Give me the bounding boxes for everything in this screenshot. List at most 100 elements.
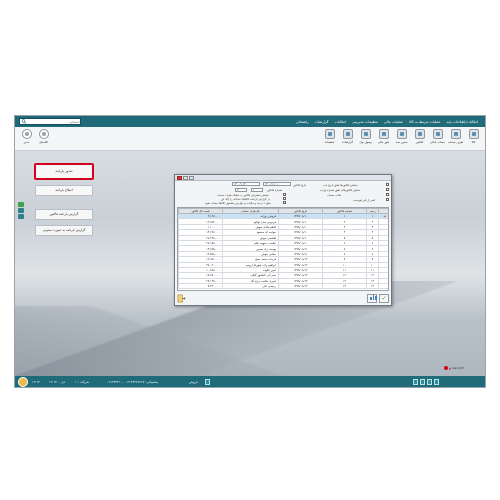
status-time: ۱۲:۱۴	[32, 380, 40, 384]
taskbar-icon[interactable]	[427, 379, 432, 385]
invoice-to-field[interactable]: ۲۰	[235, 188, 247, 192]
close-icon[interactable]	[177, 176, 182, 180]
toolbar-button-label: صدور سند	[395, 140, 408, 144]
menu-item[interactable]: گزارشات	[312, 120, 332, 124]
menu-item[interactable]: عملیات مالی	[381, 120, 406, 124]
toolbar-button-label: حساب بانکی	[430, 140, 445, 144]
status-date: ۱۳ دی ۱۴۰۰	[49, 380, 66, 384]
option-label: مبلغ ۱ درصد و مالیات و عوارض مشمول کالاه…	[205, 201, 271, 205]
exit-button[interactable]	[177, 294, 186, 303]
toolbar-button[interactable]: مدیر	[18, 129, 35, 149]
toolbar-button-label: تنظیمات	[324, 140, 335, 144]
toolbar-button-label: امور مالی	[377, 140, 390, 144]
toolbar-button[interactable]: طرف حساب	[447, 129, 464, 149]
maximize-icon[interactable]	[183, 176, 188, 180]
option-checkbox[interactable]	[283, 197, 286, 200]
toolbar: کالا طرف حساب حساب بانکی فاکتور صدور سند امور…	[15, 127, 485, 151]
invoice-from-field[interactable]: ۱	[251, 188, 263, 192]
option-checkbox[interactable]	[386, 198, 389, 201]
report-button[interactable]: صدور بارنامه	[34, 163, 94, 180]
toolbar-button[interactable]: امور مالی	[375, 129, 392, 149]
status-branch: شرکت : ۱	[75, 380, 89, 384]
toolbar-button-label: فاکتور	[415, 140, 424, 144]
taskbar-icon[interactable]	[413, 379, 418, 385]
check-icon: ✓	[381, 295, 387, 302]
report-button[interactable]: گزارش بارنامه به صورت ستونی	[35, 225, 93, 236]
toolbar-icon	[324, 129, 335, 139]
search-box[interactable]	[19, 118, 81, 125]
toolbar-button[interactable]: تنظیمات	[321, 129, 338, 149]
exit-icon	[177, 294, 186, 303]
background-ridge	[15, 306, 485, 376]
search-input[interactable]	[28, 119, 80, 124]
option-checkbox[interactable]	[386, 183, 389, 187]
toolbar-button[interactable]: کالا	[465, 129, 482, 149]
date-label: تاریخ فاکتور	[293, 183, 307, 187]
option-checkbox[interactable]	[386, 188, 389, 191]
status-phone: پشتیبانی: ۰۲۱۴۴۲۷۱۲۶۷ - ۰۲۱۴۴۴۲۱۰	[107, 380, 158, 384]
toolbar-icon	[38, 129, 49, 139]
toolbar-icon	[21, 129, 32, 139]
status-icon[interactable]	[205, 379, 210, 385]
chart-icon	[375, 296, 377, 300]
option-label: کسر از فی فهرست	[353, 198, 376, 202]
user-avatar[interactable]	[18, 377, 28, 387]
menu-bar: امکانات/اطلاعات پایه عملیات مرتبط به کالا…	[15, 116, 485, 127]
table-cell: ۹,۴۲۰,۰۰۰	[178, 283, 223, 290]
menu-item[interactable]: امکانات/اطلاعات پایه	[444, 120, 481, 124]
toolbar-button[interactable]: صدور سند	[393, 129, 410, 149]
invoice-report-dialog: نمایش فاکتورها طبق تاریخ ثبت نمایش فاکتو…	[174, 174, 392, 306]
toolbar-button-label: طرف حساب	[447, 140, 464, 144]
invoice-no-label: شماره فاکتور	[267, 188, 283, 192]
panel-icon[interactable]	[18, 214, 24, 219]
report-button[interactable]: گزارش بارنامه فاکتور	[35, 209, 93, 220]
toolbar-icon	[468, 129, 479, 139]
toolbar-button[interactable]: حساب بانکی	[429, 129, 446, 149]
ok-button[interactable]: ✓	[379, 294, 389, 303]
toolbar-icon	[378, 129, 389, 139]
date-to-field[interactable]: ۱۴۰۰/۱۰/۳۰	[232, 182, 260, 186]
chart-button[interactable]	[367, 294, 377, 303]
option-label: حالت حساب	[327, 193, 342, 197]
invoice-table: قیمت کل فاکتور نام طرف حساب تاریخ فاکتور…	[177, 207, 389, 291]
toolbar-icon	[360, 129, 371, 139]
table-row[interactable]: ۹,۴۲۰,۰۰۰ رحیمی علی ۱۳۹۹/۰۸/۱۳ ۱۴ ۱۴	[178, 283, 388, 290]
option-checkbox[interactable]	[283, 193, 286, 196]
toolbar-button[interactable]: وصول چک	[357, 129, 374, 149]
panel-icon[interactable]	[18, 208, 24, 213]
toolbar-button[interactable]: گزارشات	[339, 129, 356, 149]
table-cell: ۱۴	[322, 283, 367, 290]
toolbar-icon	[396, 129, 407, 139]
option-checkbox[interactable]	[283, 201, 286, 204]
brand-logo: ▲ Yaali Soft	[444, 366, 464, 370]
toolbar-button-label: کالا	[471, 140, 476, 144]
status-user: فروش	[189, 380, 198, 384]
menu-item[interactable]: عملیات مرتبط به کالا	[406, 120, 444, 124]
toolbar-icon	[450, 129, 461, 139]
expand-icon[interactable]	[18, 202, 24, 207]
row-indicator	[378, 283, 388, 290]
minimize-icon[interactable]	[189, 176, 194, 180]
menu-item[interactable]: تنظیمات مدیریتی	[349, 120, 381, 124]
date-from-field[interactable]: ۱۴۰۰/۱۰/۰۱	[263, 182, 291, 186]
side-panel	[18, 202, 25, 222]
toolbar-icon	[432, 129, 443, 139]
search-icon[interactable]	[21, 119, 27, 124]
option-label: نمایش فاکتورها طبق تاریخ ثبت	[323, 183, 358, 187]
dialog-title-bar	[175, 175, 391, 181]
workspace: صدور بارنامه اصلاح بارنامه گزارش بارنامه ف…	[15, 151, 485, 376]
table-cell: ۱۳۹۹/۰۸/۱۳	[278, 283, 323, 290]
taskbar-icon[interactable]	[434, 379, 439, 385]
toolbar-button[interactable]: فاکتور	[411, 129, 428, 149]
menu-item[interactable]: راهنمائی	[293, 120, 312, 124]
toolbar-button-label: مدیر	[23, 140, 30, 144]
option-checkbox[interactable]	[386, 193, 389, 196]
toolbar-button-label: وصول چک	[359, 140, 372, 144]
toolbar-button[interactable]: کلاسیک	[35, 129, 52, 149]
table-cell: رحیمی علی	[222, 283, 279, 290]
taskbar-icon[interactable]	[420, 379, 425, 385]
menu-item[interactable]: امکانات	[332, 120, 349, 124]
toolbar-button-label: کلاسیک	[39, 140, 48, 144]
status-bar: ▲ Yaali Soft ۱۲:۱۴ ۱۳ دی ۱۴۰۰ شرکت : ۱ پ…	[15, 366, 485, 387]
report-button[interactable]: اصلاح بارنامه	[35, 185, 93, 196]
